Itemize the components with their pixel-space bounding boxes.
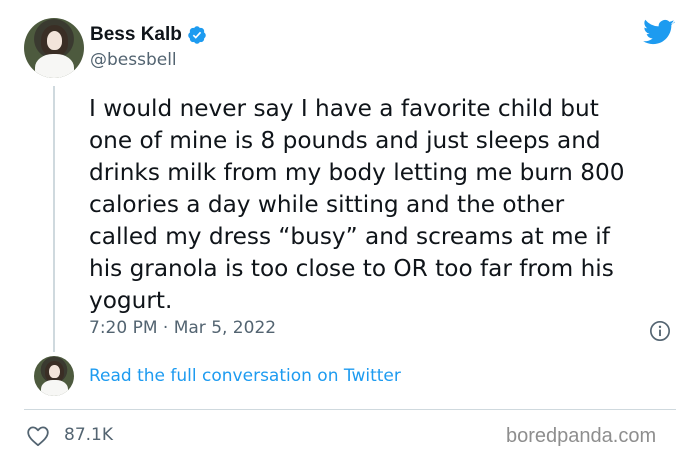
tweet-timestamp[interactable]: 7:20 PM · Mar 5, 2022 xyxy=(89,318,276,338)
like-count: 87.1K xyxy=(64,425,113,445)
info-icon[interactable] xyxy=(649,320,671,342)
twitter-bird-icon[interactable] xyxy=(643,18,675,48)
avatar-shirt xyxy=(34,54,75,78)
author-display-name[interactable]: Bess Kalb xyxy=(90,24,182,46)
avatar-face xyxy=(49,364,60,378)
heart-icon[interactable] xyxy=(26,425,50,447)
author-name-row[interactable]: Bess Kalb xyxy=(90,24,207,46)
read-conversation-link[interactable]: Read the full conversation on Twitter xyxy=(89,366,401,386)
tweet-text: I would never say I have a favorite chil… xyxy=(89,95,625,314)
avatar-shirt xyxy=(41,380,68,396)
author-avatar[interactable] xyxy=(24,18,84,78)
verified-badge-icon xyxy=(188,26,206,44)
watermark: boredpanda.com xyxy=(506,425,657,447)
avatar-face xyxy=(46,31,63,51)
divider xyxy=(24,409,676,410)
thread-line xyxy=(53,86,55,352)
conversation-avatar[interactable] xyxy=(34,356,74,396)
author-handle[interactable]: @bessbell xyxy=(90,50,177,70)
